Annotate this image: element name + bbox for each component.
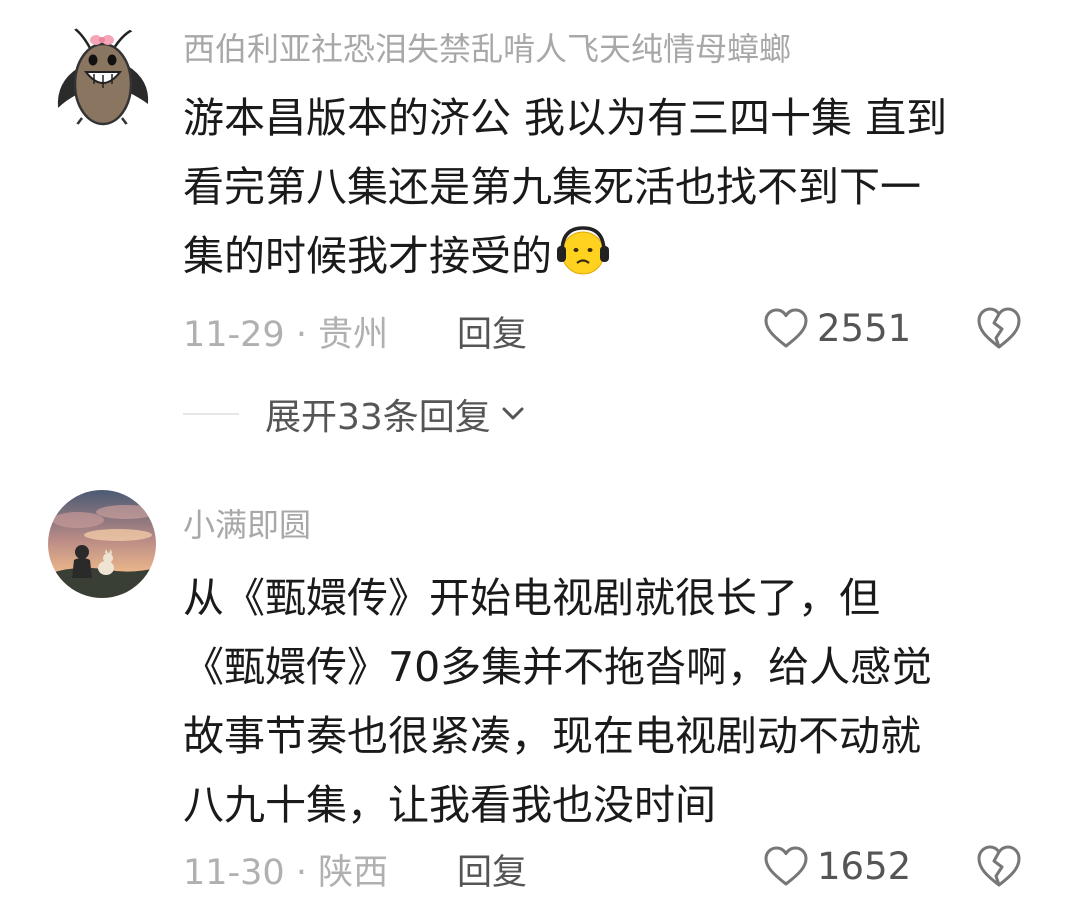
headphones-sad-face-emoji-icon: [557, 226, 609, 275]
reply-button[interactable]: 回复: [457, 844, 527, 895]
comment-content: 游本昌版本的济公 我以为有三四十集 直到 看完第八集还是第九集死活也找不到下一 …: [183, 84, 1023, 291]
comment-date-location: 11-30 · 陕西: [183, 844, 388, 895]
comment-content: 从《甄嬛传》开始电视剧就很长了，但 《甄嬛传》70多集并不拖沓啊，给人感觉 故事…: [183, 564, 1023, 840]
comment-date: 11-29: [183, 315, 285, 355]
comment-meta-row: 11-30 · 陕西 回复 1652: [183, 842, 1080, 895]
meta-separator: ·: [284, 853, 319, 893]
comment-username[interactable]: 西伯利亚社恐泪失禁乱啃人飞天纯情母蟑螂: [183, 24, 791, 70]
dislike-button[interactable]: [975, 843, 1023, 889]
broken-heart-icon: [977, 845, 1021, 887]
comment-content-line: 八九十集，让我看我也没时间: [183, 781, 716, 829]
comment-date: 11-30: [183, 853, 285, 893]
avatar[interactable]: [48, 22, 156, 130]
comment-content-line: 《甄嬛传》70多集并不拖沓啊，给人感觉: [183, 643, 933, 691]
comment-content-line: 游本昌版本的济公 我以为有三四十集 直到: [183, 94, 948, 142]
comment-username[interactable]: 小满即圆: [183, 500, 311, 546]
comment-location: 贵州: [318, 315, 389, 355]
comment-location: 陕西: [318, 853, 389, 893]
heart-outline-icon: [764, 846, 808, 886]
meta-separator: ·: [284, 315, 319, 355]
like-button[interactable]: 1652: [763, 842, 911, 890]
cockroach-cartoon-avatar-icon: [48, 22, 156, 130]
sunset-child-dog-avatar-icon: [48, 490, 156, 598]
avatar[interactable]: [48, 490, 156, 598]
expand-divider: [183, 413, 239, 415]
comment-item: 西伯利亚社恐泪失禁乱啃人飞天纯情母蟑螂 游本昌版本的济公 我以为有三四十集 直到…: [0, 0, 1080, 470]
dislike-button[interactable]: [975, 305, 1023, 351]
expand-replies-button[interactable]: 展开33条回复: [265, 388, 529, 440]
comment-content-line: 从《甄嬛传》开始电视剧就很长了，但: [183, 574, 880, 622]
expand-replies-row: 展开33条回复: [183, 386, 529, 442]
chevron-down-icon: [502, 407, 524, 420]
reply-button[interactable]: 回复: [457, 306, 527, 357]
like-count: 2551: [817, 306, 912, 350]
comment-content-text: 集的时候我才接受的: [183, 232, 552, 280]
comment-item: 小满即圆 从《甄嬛传》开始电视剧就很长了，但 《甄嬛传》70多集并不拖沓啊，给人…: [0, 478, 1080, 911]
comment-content-line: 集的时候我才接受的: [183, 222, 1023, 291]
comment-date-location: 11-29 · 贵州: [183, 306, 388, 357]
comment-content-line: 看完第八集还是第九集死活也找不到下一: [183, 163, 921, 211]
comment-meta-row: 11-29 · 贵州 回复 2551: [183, 304, 1080, 357]
comment-content-line: 故事节奏也很紧凑，现在电视剧动不动就: [183, 712, 921, 760]
broken-heart-icon: [977, 307, 1021, 349]
heart-outline-icon: [764, 308, 808, 348]
expand-replies-label: 展开33条回复: [265, 397, 491, 438]
like-count: 1652: [817, 844, 912, 888]
like-button[interactable]: 2551: [763, 304, 911, 352]
